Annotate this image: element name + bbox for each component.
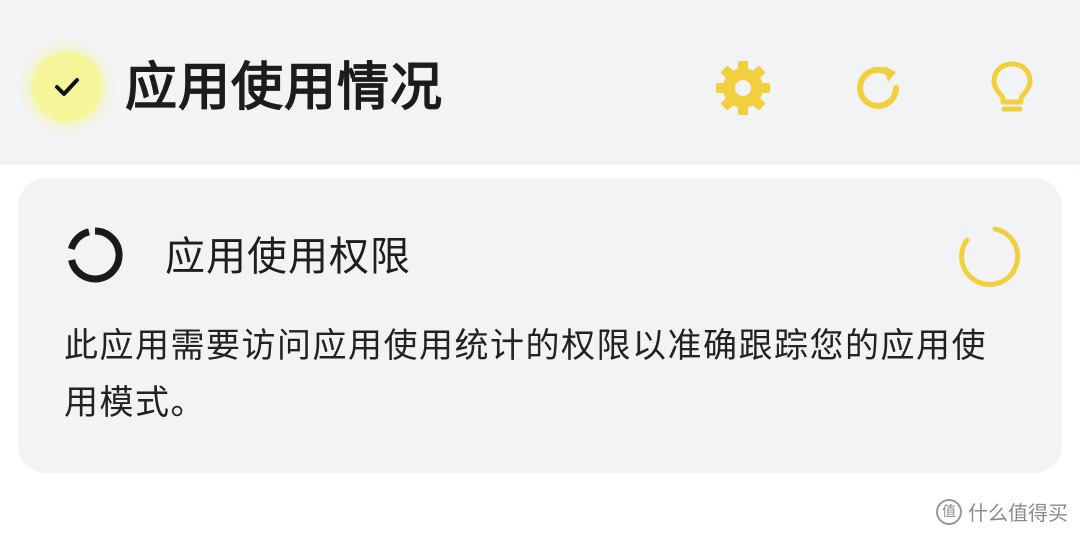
permission-title: 应用使用权限	[165, 234, 411, 280]
watermark-badge: 值	[936, 498, 962, 525]
top-bar: 应用使用情况	[0, 0, 1080, 165]
refresh-icon[interactable]	[848, 58, 908, 118]
loading-spinner-icon	[959, 226, 1021, 287]
gear-icon[interactable]	[713, 58, 773, 118]
app-status-badge	[32, 52, 102, 122]
progress-ring-icon	[68, 227, 123, 283]
lightbulb-icon[interactable]	[982, 58, 1042, 118]
watermark: 值 什么值得买	[936, 497, 1068, 526]
watermark-text: 什么值得买	[968, 501, 1068, 525]
check-icon	[55, 78, 79, 96]
permission-description: 此应用需要访问应用使用统计的权限以准确跟踪您的应用使用模式。	[64, 326, 987, 423]
permission-card[interactable]: 应用使用权限 此应用需要访问应用使用统计的权限以准确跟踪您的应用使用模式。	[18, 178, 1062, 473]
page-title: 应用使用情况	[125, 58, 444, 118]
